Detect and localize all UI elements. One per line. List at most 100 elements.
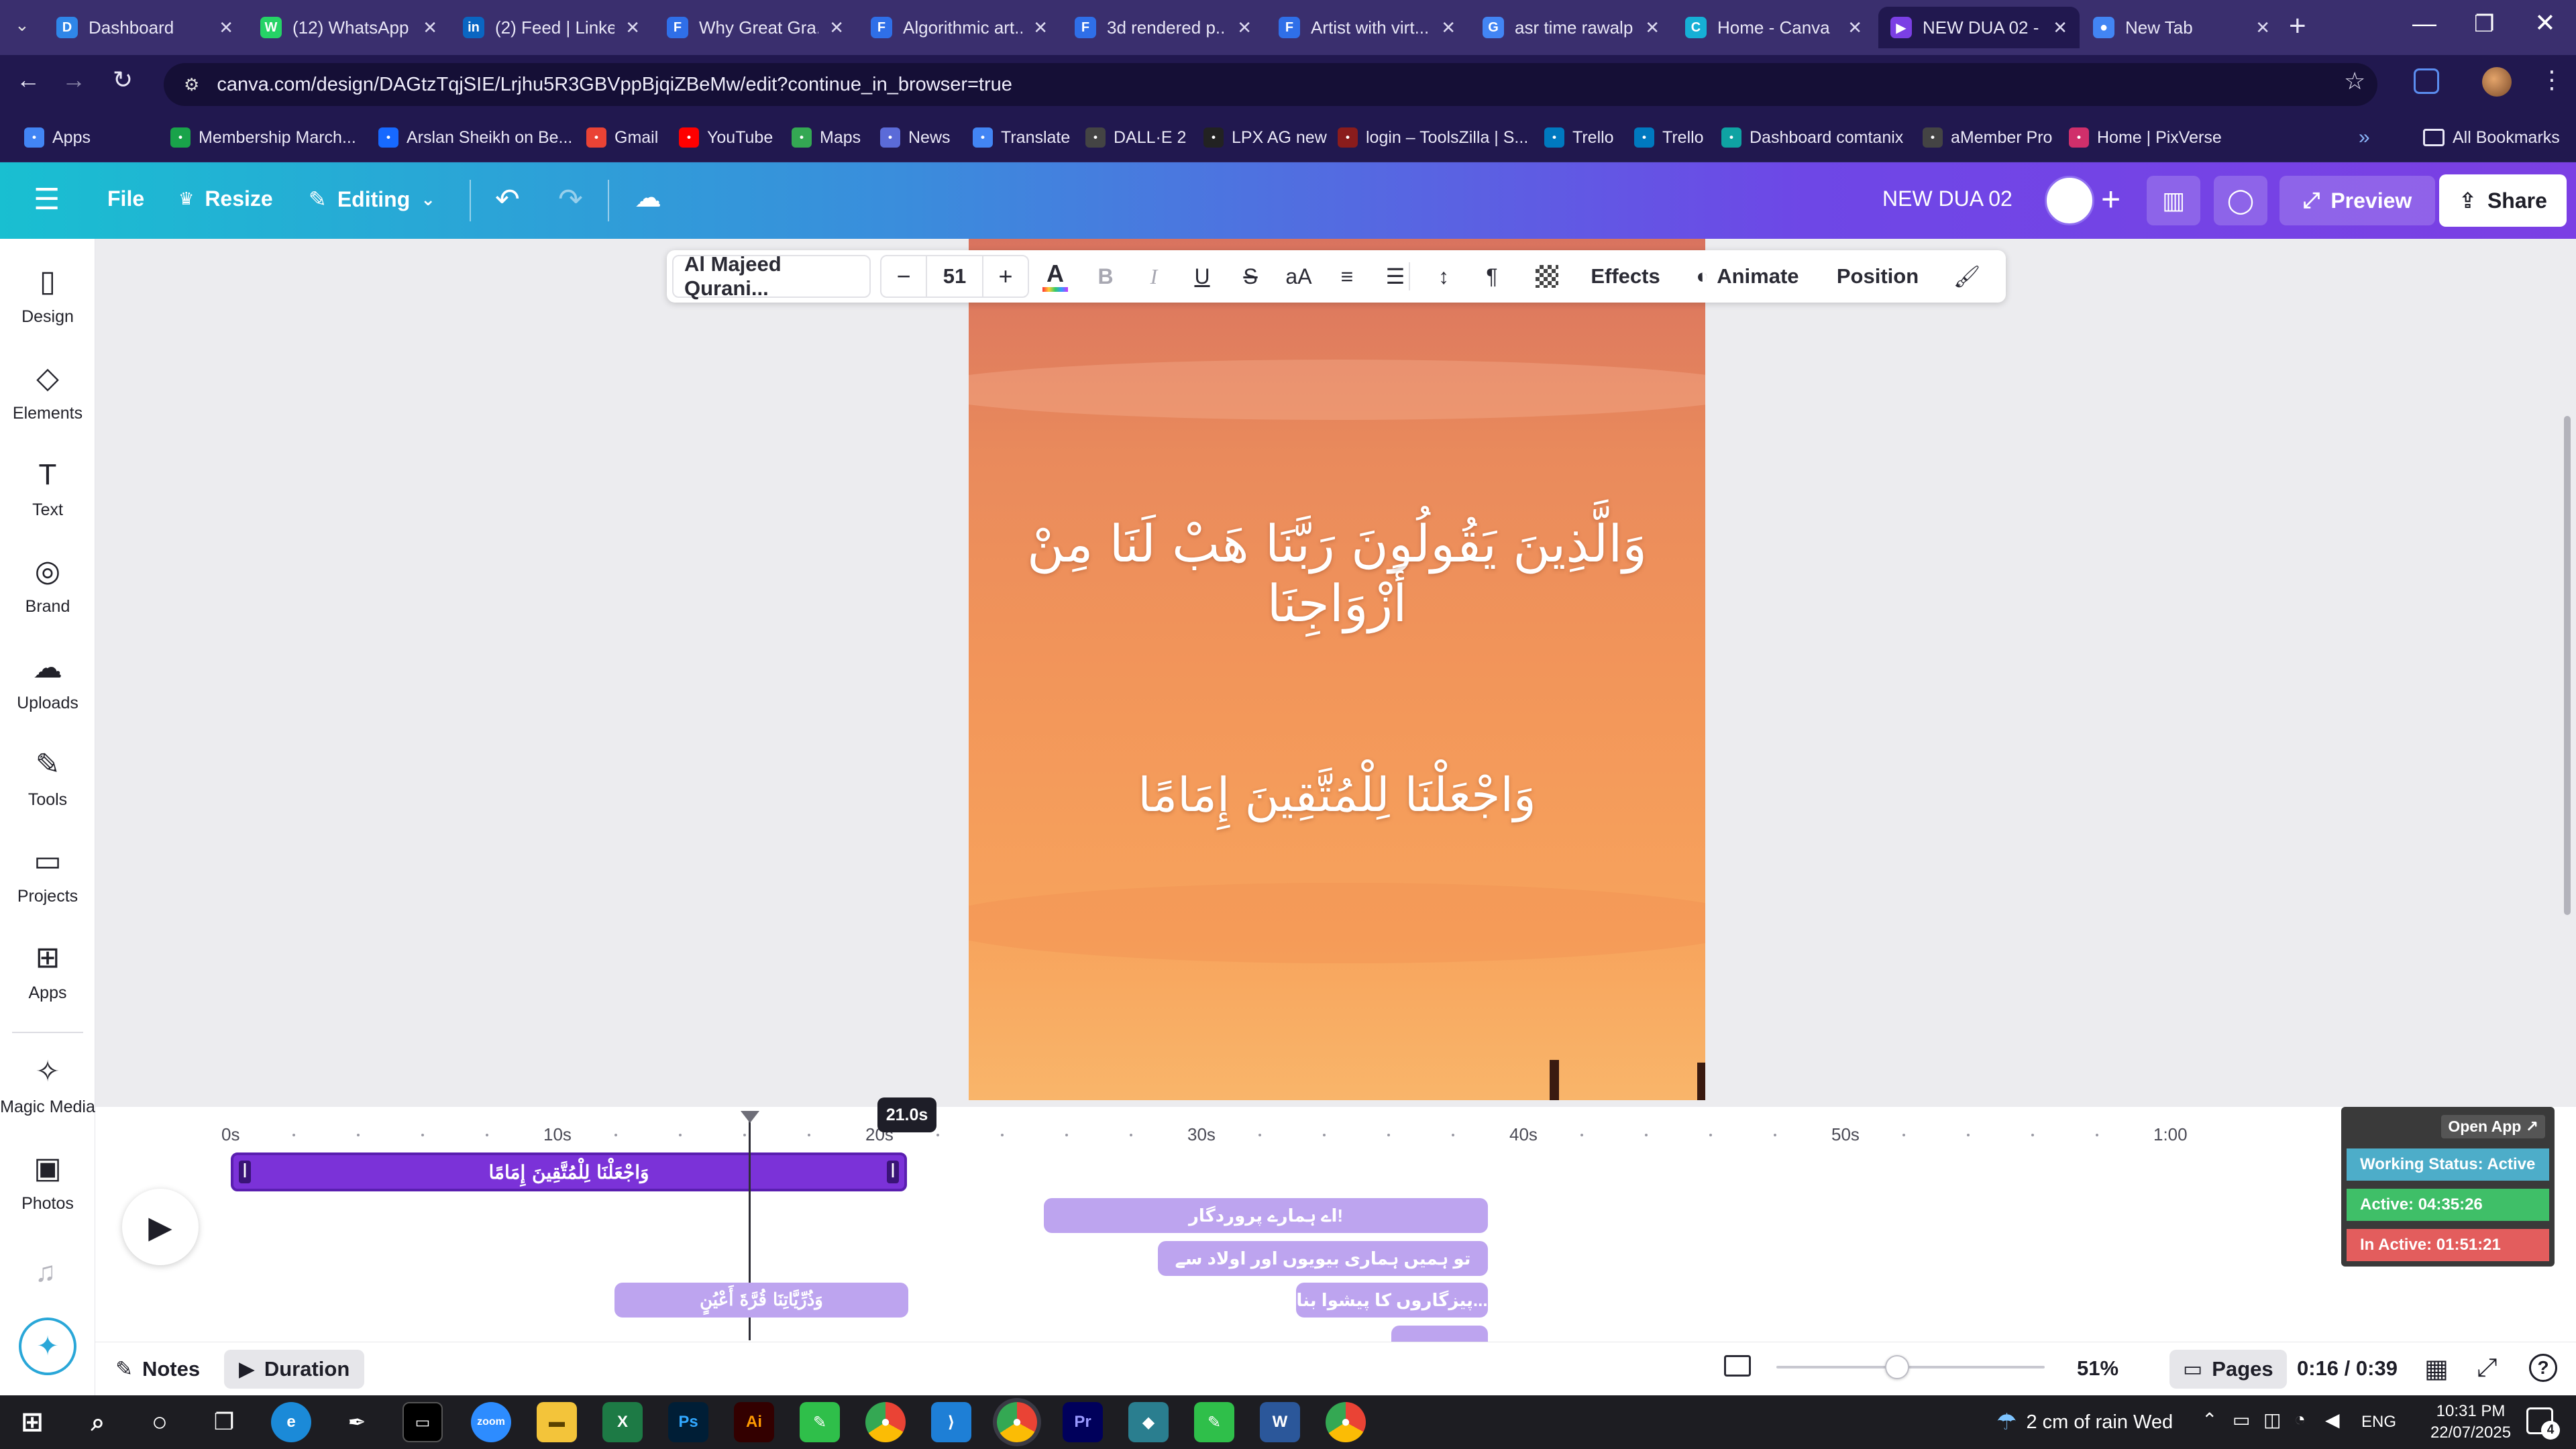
terminal-icon[interactable]: ▭ <box>402 1402 443 1442</box>
chrome-icon[interactable]: ● <box>865 1402 906 1442</box>
bold-button[interactable]: B <box>1081 250 1130 303</box>
close-window-button[interactable]: ✕ <box>2534 8 2556 38</box>
illustrator-icon[interactable]: Ai <box>734 1402 774 1442</box>
app-green-icon[interactable]: ✎ <box>800 1402 840 1442</box>
clip-urdu-2[interactable]: تو ہمیں ہماری بیویوں اور اولاد سے <box>1158 1241 1488 1276</box>
duration-button[interactable]: ▶ Duration <box>224 1350 365 1389</box>
list-icon[interactable]: ☰ <box>1371 250 1419 303</box>
cortana-icon[interactable]: ○ <box>140 1402 180 1442</box>
canvas-scrollbar[interactable] <box>2564 416 2571 915</box>
text-direction-icon[interactable]: ¶ <box>1468 250 1516 303</box>
bookmark-item[interactable]: • Apps <box>24 121 91 154</box>
increase-font-size-button[interactable]: + <box>983 256 1028 297</box>
close-tab-icon[interactable]: ✕ <box>829 17 844 38</box>
site-info-icon[interactable]: ⚙ <box>184 74 199 95</box>
file-explorer-icon[interactable]: ▬ <box>537 1402 577 1442</box>
magic-assistant-button[interactable]: ✦ <box>19 1318 76 1375</box>
audio-icon[interactable]: ♫ <box>35 1256 56 1288</box>
italic-button[interactable]: I <box>1130 250 1178 303</box>
comments-button[interactable]: ◯ <box>2214 176 2267 225</box>
url-field[interactable]: ⚙ canva.com/design/DAGtzTqjSIE/Lrjhu5R3G… <box>164 63 2377 106</box>
chrome-active-icon[interactable]: ● <box>997 1402 1037 1442</box>
share-button[interactable]: ⇪ Share <box>2439 174 2567 227</box>
pen-tool-icon[interactable]: ✒ <box>337 1402 377 1442</box>
team-avatar[interactable] <box>2045 176 2094 225</box>
vscode-icon[interactable]: ⟩ <box>931 1402 971 1442</box>
clip-left-handle[interactable]: | <box>239 1161 251 1183</box>
bookmark-item[interactable]: • Home | PixVerse <box>2069 121 2222 154</box>
fit-view-icon[interactable] <box>1724 1355 1751 1377</box>
zoom-app-icon[interactable]: zoom <box>471 1402 511 1442</box>
sidebar-item-design[interactable]: ▯ Design <box>0 266 95 327</box>
undo-button[interactable]: ↶ <box>495 182 520 217</box>
selected-text-clip[interactable]: | وَاجْعَلْنَا لِلْمُتَّقِينَ إِمَامًا | <box>231 1152 907 1191</box>
zoom-slider-thumb[interactable] <box>1885 1355 1909 1379</box>
new-tab-button[interactable]: + <box>2289 9 2306 43</box>
tray-network-icon[interactable]: ◫ <box>2263 1409 2281 1431</box>
zoom-percent[interactable]: 51% <box>2077 1356 2118 1381</box>
word-icon[interactable]: W <box>1260 1402 1300 1442</box>
sidebar-item-brand[interactable]: ◎ Brand <box>0 555 95 616</box>
add-collaborator-button[interactable]: + <box>2101 180 2121 219</box>
browser-tab[interactable]: F Artist with virt... ✕ <box>1267 7 1468 48</box>
close-tab-icon[interactable]: ✕ <box>625 17 640 38</box>
spacing-icon[interactable]: ↕ <box>1419 250 1468 303</box>
design-title[interactable]: NEW DUA 02 <box>1882 186 2012 211</box>
browser-tab[interactable]: W (12) WhatsApp ✕ <box>248 7 449 48</box>
bookmark-item[interactable]: • Maps <box>792 121 861 154</box>
sidebar-item-text[interactable]: T Text <box>0 459 95 520</box>
browser-tab[interactable]: in (2) Feed | LinkedIn ✕ <box>451 7 652 48</box>
decrease-font-size-button[interactable]: − <box>881 256 926 297</box>
bookmark-item[interactable]: • Dashboard comtanix <box>1721 121 1903 154</box>
bookmark-item[interactable]: • Trello <box>1634 121 1704 154</box>
sidebar-item-magic-media[interactable]: ✧ Magic Media <box>0 1056 95 1117</box>
preview-button[interactable]: ⤢ Preview <box>2279 176 2435 225</box>
effects-button[interactable]: Effects <box>1575 250 1676 303</box>
clip-right-handle[interactable]: | <box>887 1161 899 1183</box>
letter-case-button[interactable]: aA <box>1275 250 1323 303</box>
extensions-icon[interactable] <box>2414 68 2439 94</box>
excel-icon[interactable]: X <box>602 1402 643 1442</box>
sidebar-item-uploads[interactable]: ☁ Uploads <box>0 652 95 713</box>
app-teal-icon[interactable]: ◆ <box>1128 1402 1169 1442</box>
transparency-icon[interactable] <box>1519 250 1575 303</box>
close-tab-icon[interactable]: ✕ <box>1033 17 1048 38</box>
resize-button[interactable]: ♛ Resize <box>178 186 273 211</box>
sidebar-item-apps[interactable]: ⊞ Apps <box>0 942 95 1003</box>
bookmark-item[interactable]: • Translate <box>973 121 1070 154</box>
profile-avatar[interactable] <box>2482 67 2512 97</box>
browser-tab[interactable]: C Home - Canva ✕ <box>1673 7 1874 48</box>
close-tab-icon[interactable]: ✕ <box>1645 17 1660 38</box>
restore-button[interactable]: ❐ <box>2474 11 2494 38</box>
bookmark-star-icon[interactable]: ☆ <box>2344 67 2365 95</box>
close-tab-icon[interactable]: ✕ <box>1237 17 1252 38</box>
tray-volume-icon[interactable]: ◀ <box>2325 1409 2340 1431</box>
windows-start-icon[interactable]: ⊞ <box>12 1402 52 1442</box>
clock[interactable]: 10:31 PM 22/07/2025 <box>2420 1401 2521 1444</box>
sidebar-item-elements[interactable]: ◇ Elements <box>0 362 95 423</box>
browser-tab[interactable]: Gasr time rawalp... ✕ <box>1470 7 1672 48</box>
sidebar-item-photos[interactable]: ▣ Photos <box>0 1152 95 1214</box>
close-tab-icon[interactable]: ✕ <box>423 17 437 38</box>
bookmark-item[interactable]: • News <box>880 121 951 154</box>
copy-style-icon[interactable]: 🖌 <box>1943 250 1991 303</box>
task-view-icon[interactable]: ❐ <box>204 1402 244 1442</box>
more-bookmarks-icon[interactable]: » <box>2359 121 2370 154</box>
font-size-input[interactable]: 51 <box>926 256 983 297</box>
redo-button[interactable]: ↷ <box>558 182 583 217</box>
zoom-slider[interactable] <box>1776 1355 2045 1379</box>
reload-icon[interactable]: ↻ <box>113 66 133 94</box>
fullscreen-icon[interactable]: ⤢ <box>2477 1354 2497 1383</box>
tray-meet-icon[interactable]: ▭ <box>2233 1409 2250 1431</box>
main-menu-icon[interactable]: ☰ <box>34 182 60 217</box>
tray-chevron-icon[interactable]: ⌃ <box>2202 1409 2217 1431</box>
back-icon[interactable]: ← <box>16 66 40 94</box>
sidebar-item-projects[interactable]: ▭ Projects <box>0 845 95 906</box>
browser-tab[interactable]: ▶ NEW DUA 02 - ✕ <box>1878 7 2080 48</box>
notes-button[interactable]: ✎ Notes <box>115 1352 200 1386</box>
close-tab-icon[interactable]: ✕ <box>2053 17 2068 38</box>
forward-icon[interactable]: → <box>62 66 86 94</box>
clip-urdu-3[interactable]: ...پیزگاروں کا پیشوا بنا <box>1296 1283 1488 1318</box>
position-button[interactable]: Position <box>1819 250 1936 303</box>
close-tab-icon[interactable]: ✕ <box>1441 17 1456 38</box>
